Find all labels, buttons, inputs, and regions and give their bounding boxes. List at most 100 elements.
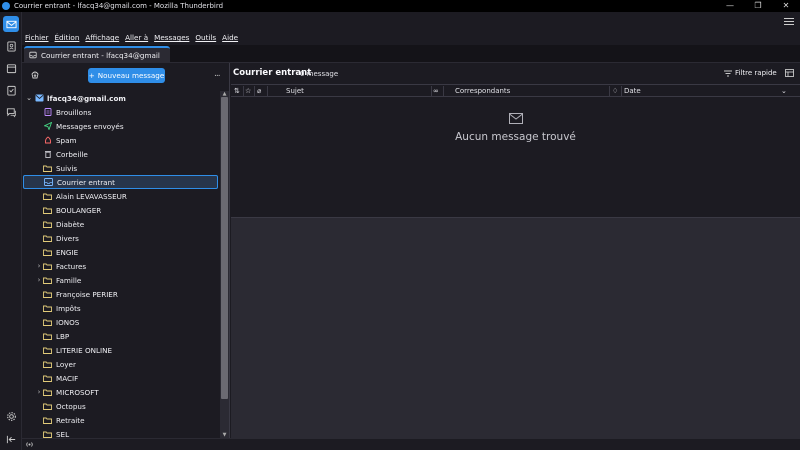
folder-label: Brouillons xyxy=(56,107,92,117)
folder-row[interactable]: IONOS xyxy=(22,315,219,329)
folder-row[interactable]: › Famille xyxy=(22,273,219,287)
chevron-right-icon[interactable]: › xyxy=(35,276,43,284)
folder-row[interactable]: MACIF xyxy=(22,371,219,385)
folder-row[interactable]: Divers xyxy=(22,231,219,245)
mail-icon xyxy=(508,113,523,124)
folder-label: Alain LEVAVASSEUR xyxy=(56,191,127,201)
inbox-icon xyxy=(44,178,53,186)
folder-row[interactable]: Françoise PERIER xyxy=(22,287,219,301)
tab-inbox[interactable]: Courrier entrant - lfacq34@gmail xyxy=(24,46,170,62)
maximize-button[interactable]: ❐ xyxy=(744,0,772,12)
tasks-space-button[interactable] xyxy=(3,82,19,98)
read-status-column-icon[interactable]: ∞ xyxy=(433,87,439,95)
folder-row[interactable]: ENGIE xyxy=(22,245,219,259)
trash-icon xyxy=(43,150,52,158)
spam-icon xyxy=(43,136,52,144)
folder-icon xyxy=(43,220,52,228)
folder-scrollbar[interactable]: ▲ ▼ xyxy=(220,91,229,438)
column-subject[interactable]: Sujet xyxy=(286,87,304,95)
column-correspondents[interactable]: Correspondants xyxy=(455,87,510,95)
mail-space-button[interactable] xyxy=(3,16,19,32)
folder-row[interactable]: Suivis xyxy=(22,161,219,175)
folder-row[interactable]: › Factures xyxy=(22,259,219,273)
folder-icon xyxy=(43,290,52,298)
folder-icon xyxy=(43,360,52,368)
app-menu-button[interactable] xyxy=(784,16,794,26)
folder-label: ENGIE xyxy=(56,247,79,257)
folder-row[interactable]: Spam xyxy=(22,133,219,147)
close-window-button[interactable]: ✕ xyxy=(772,0,800,12)
account-row[interactable]: ⌄ lfacq34@gmail.com xyxy=(22,91,219,105)
chevron-down-icon[interactable]: ⌄ xyxy=(25,94,33,102)
thunderbird-logo-icon xyxy=(2,2,10,10)
folder-row[interactable]: Alain LEVAVASSEUR xyxy=(22,189,219,203)
folder-label: Famille xyxy=(56,275,82,285)
filter-icon xyxy=(724,70,732,76)
quick-filter-button[interactable]: Filtre rapide xyxy=(724,69,777,77)
title-bar: Courrier entrant - lfacq34@gmail.com - M… xyxy=(0,0,800,12)
column-picker-chevron-icon[interactable]: ⌄ xyxy=(781,87,787,95)
menu-go[interactable]: Aller à xyxy=(125,33,148,44)
menu-edit[interactable]: Édition xyxy=(55,33,80,44)
folder-pane-more-button[interactable]: ... xyxy=(214,69,221,79)
spaces-toolbar xyxy=(0,12,22,450)
folder-label: Suivis xyxy=(56,163,78,173)
chevron-right-icon[interactable]: › xyxy=(35,262,43,270)
folder-row[interactable]: Impôts xyxy=(22,301,219,315)
folder-row[interactable]: BOULANGER xyxy=(22,203,219,217)
folder-row[interactable]: LBP xyxy=(22,329,219,343)
folder-row[interactable]: Messages envoyés xyxy=(22,119,219,133)
folder-row[interactable]: LITERIE ONLINE xyxy=(22,343,219,357)
folder-icon xyxy=(43,234,52,242)
folder-row[interactable]: Retraite xyxy=(22,413,219,427)
calendar-space-button[interactable] xyxy=(3,60,19,76)
chat-space-button[interactable] xyxy=(3,104,19,120)
folder-icon xyxy=(43,416,52,424)
address-book-icon xyxy=(6,40,16,52)
attachment-column-icon[interactable]: ⌀ xyxy=(257,87,261,95)
online-status-icon[interactable] xyxy=(25,440,34,449)
folder-label: Factures xyxy=(56,261,87,271)
new-message-button[interactable]: + Nouveau message xyxy=(88,68,165,83)
inbox-icon xyxy=(29,51,37,59)
collapse-spaces-button[interactable] xyxy=(3,431,19,447)
gear-icon xyxy=(6,411,16,421)
scrollbar-thumb[interactable] xyxy=(221,97,228,399)
column-header: ⇅ ☆ ⌀ Sujet ∞ Correspondants ♢ Date ⌄ xyxy=(231,84,800,97)
account-icon xyxy=(35,94,44,102)
folder-row[interactable]: Loyer xyxy=(22,357,219,371)
column-date[interactable]: Date xyxy=(624,87,641,95)
hamburger-menu-icon xyxy=(784,18,794,19)
folder-label: MACIF xyxy=(56,373,79,383)
folder-pane-header: + Nouveau message ... xyxy=(22,63,230,87)
minimize-button[interactable]: — xyxy=(716,0,744,12)
folder-icon xyxy=(43,262,52,270)
menu-file[interactable]: Fichier xyxy=(25,33,49,44)
star-column-icon[interactable]: ☆ xyxy=(245,87,251,95)
junk-column-icon[interactable]: ♢ xyxy=(612,87,618,95)
thread-column-icon[interactable]: ⇅ xyxy=(234,87,240,95)
folder-row[interactable]: › MICROSOFT xyxy=(22,385,219,399)
address-book-space-button[interactable] xyxy=(3,38,19,54)
get-messages-icon[interactable] xyxy=(30,70,40,80)
folder-row[interactable]: Diabète xyxy=(22,217,219,231)
menu-tools[interactable]: Outils xyxy=(195,33,216,44)
chevron-right-icon[interactable]: › xyxy=(35,388,43,396)
folder-row[interactable]: Brouillons xyxy=(22,105,219,119)
status-bar xyxy=(22,438,800,450)
folder-label: LITERIE ONLINE xyxy=(56,345,113,355)
folder-row[interactable]: Octopus xyxy=(22,399,219,413)
folder-row[interactable]: Corbeille xyxy=(22,147,219,161)
menu-help[interactable]: Aide xyxy=(222,33,238,44)
settings-space-button[interactable] xyxy=(3,408,19,424)
folder-label: Retraite xyxy=(56,415,85,425)
unified-toolbar xyxy=(22,12,800,32)
menu-view[interactable]: Affichage xyxy=(85,33,119,44)
menu-messages[interactable]: Messages xyxy=(154,33,189,44)
window-controls: — ❐ ✕ xyxy=(716,0,800,12)
empty-state: Aucun message trouvé xyxy=(231,113,800,143)
folder-label: Corbeille xyxy=(56,149,88,159)
display-options-icon[interactable] xyxy=(785,69,794,77)
folder-row[interactable]: Courrier entrant xyxy=(23,175,218,189)
folder-label: Impôts xyxy=(56,303,81,313)
